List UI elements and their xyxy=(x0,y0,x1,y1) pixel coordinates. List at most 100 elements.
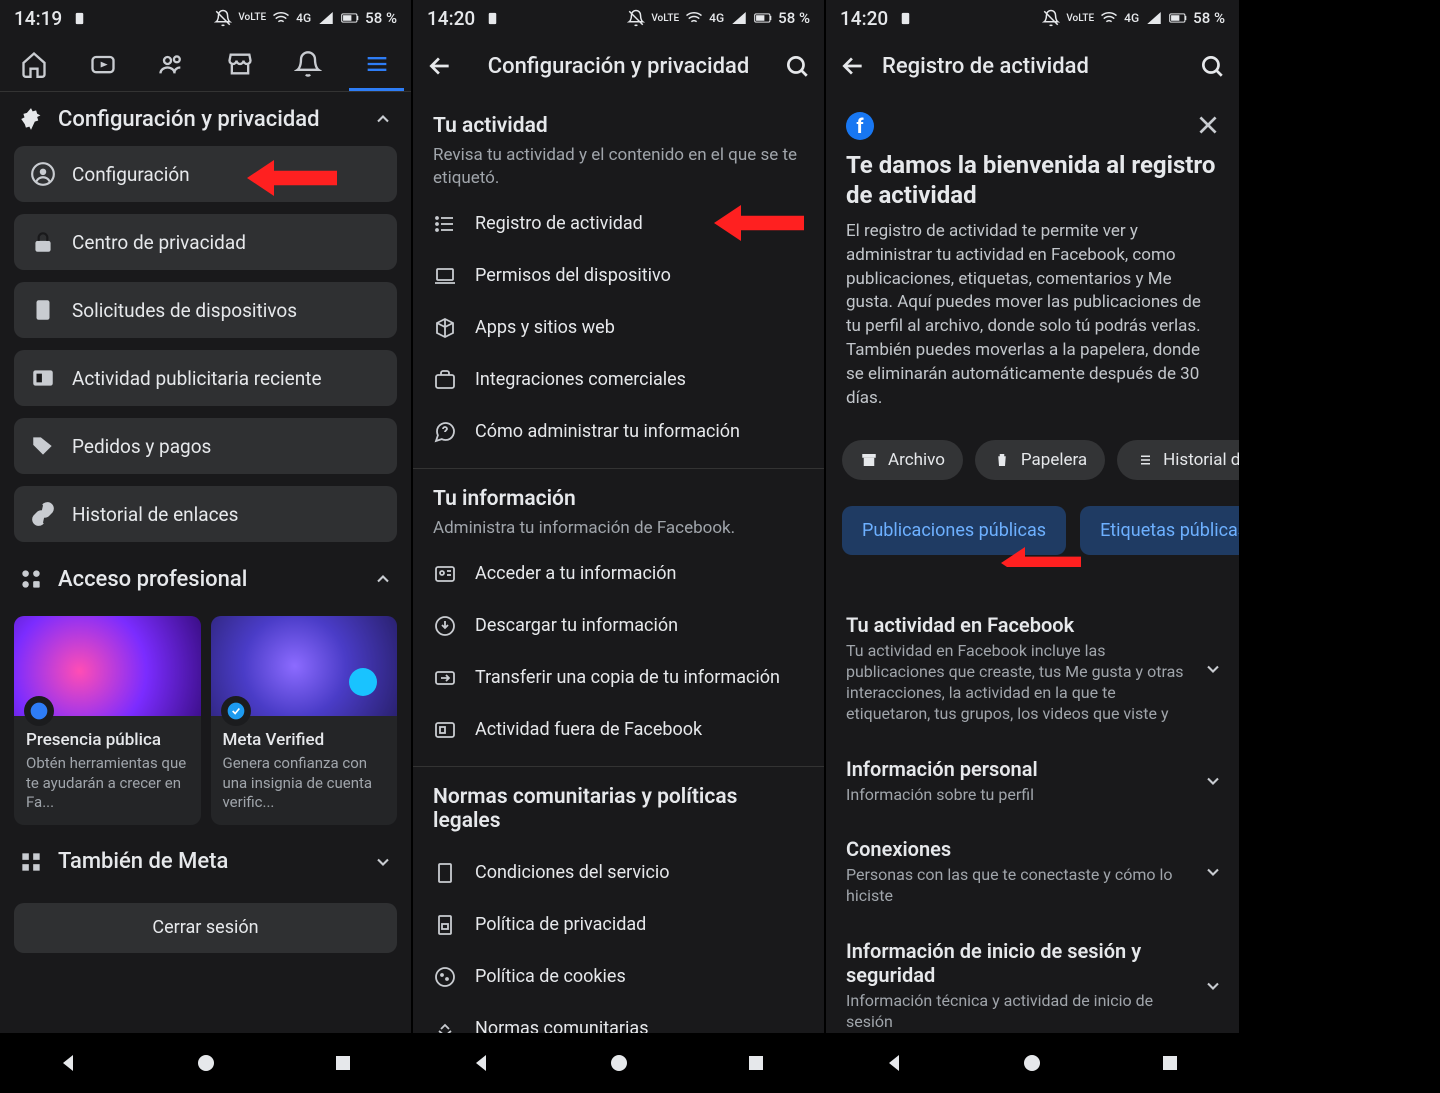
battery-label: 58 % xyxy=(1193,9,1225,27)
nav-home-icon[interactable] xyxy=(1020,1051,1044,1075)
wifi-icon xyxy=(1100,9,1118,27)
card-presencia-publica[interactable]: Presencia pública Obtén herramientas que… xyxy=(14,616,201,825)
item-label: Transferir una copia de tu información xyxy=(475,667,780,688)
close-icon[interactable] xyxy=(1195,112,1221,138)
fb-top-nav xyxy=(0,36,411,92)
item-label: Apps y sitios web xyxy=(475,317,615,338)
card-title: Presencia pública xyxy=(26,730,189,750)
tab-watch[interactable] xyxy=(69,36,138,91)
volte-label: VoLTE xyxy=(651,13,679,24)
chevron-up-icon xyxy=(373,569,393,589)
tab-market[interactable] xyxy=(206,36,275,91)
lock-icon xyxy=(30,229,56,255)
logout-button[interactable]: Cerrar sesión xyxy=(14,903,397,953)
id-card-icon xyxy=(433,562,457,586)
battery-label: 58 % xyxy=(778,9,810,27)
item-centro-privacidad[interactable]: Centro de privacidad xyxy=(14,214,397,270)
item-integraciones[interactable]: Integraciones comerciales xyxy=(413,354,824,406)
nav-recent-icon[interactable] xyxy=(1158,1051,1182,1075)
tab-etiquetas-publicas[interactable]: Etiquetas públicas xyxy=(1080,506,1239,555)
section-normas: Normas comunitarias y políticas legales xyxy=(413,767,824,847)
chip-label: Papelera xyxy=(1021,450,1087,470)
tab-notifications[interactable] xyxy=(274,36,343,91)
page-title: Configuración y privacidad xyxy=(463,54,774,79)
tab-menu[interactable] xyxy=(343,36,412,91)
cat-inicio-sesion-seguridad[interactable]: Información de inicio de sesión y seguri… xyxy=(826,923,1239,1033)
card-image xyxy=(14,616,201,716)
item-label: Registro de actividad xyxy=(475,213,643,234)
tab-friends[interactable] xyxy=(137,36,206,91)
search-icon[interactable] xyxy=(784,53,810,79)
doc-lock-icon xyxy=(433,913,457,937)
item-registro-actividad[interactable]: Registro de actividad xyxy=(413,198,824,250)
nav-back-icon[interactable] xyxy=(883,1051,907,1075)
status-bar: 14:20 VoLTE 4G 58 % xyxy=(413,0,824,36)
list-icon xyxy=(433,212,457,236)
filter-tabs: Publicaciones públicas Etiquetas pública… xyxy=(826,494,1239,567)
chip-historial[interactable]: Historial de activid xyxy=(1117,440,1239,480)
chevron-down-icon xyxy=(373,852,393,872)
section-acceso-profesional[interactable]: Acceso profesional xyxy=(0,552,411,606)
settings-item-list: Configuración Centro de privacidad Solic… xyxy=(0,146,411,542)
item-actividad-fuera[interactable]: Actividad fuera de Facebook xyxy=(413,704,824,756)
item-label: Historial de enlaces xyxy=(72,503,238,526)
red-arrow-icon xyxy=(1001,546,1081,567)
menu-icon xyxy=(363,50,391,78)
chip-label: Archivo xyxy=(888,450,945,470)
watch-icon xyxy=(89,50,117,78)
item-configuracion[interactable]: Configuración xyxy=(14,146,397,202)
item-apps-sitios[interactable]: Apps y sitios web xyxy=(413,302,824,354)
tab-home[interactable] xyxy=(0,36,69,91)
item-permisos-dispositivo[interactable]: Permisos del dispositivo xyxy=(413,250,824,302)
section-tu-actividad: Tu actividad Revisa tu actividad y el co… xyxy=(413,96,824,198)
transfer-icon xyxy=(433,666,457,690)
item-label: Política de cookies xyxy=(475,966,626,987)
nav-back-icon[interactable] xyxy=(470,1051,494,1075)
item-transferir-copia[interactable]: Transferir una copia de tu información xyxy=(413,652,824,704)
item-descargar-info[interactable]: Descargar tu información xyxy=(413,600,824,652)
section-tambien-meta[interactable]: También de Meta xyxy=(0,835,411,889)
nav-home-icon[interactable] xyxy=(607,1051,631,1075)
item-politica-cookies[interactable]: Política de cookies xyxy=(413,951,824,1003)
item-acceder-info[interactable]: Acceder a tu información xyxy=(413,548,824,600)
back-icon[interactable] xyxy=(840,53,866,79)
battery-icon xyxy=(341,9,359,27)
tab-label: Publicaciones públicas xyxy=(862,520,1046,541)
back-icon[interactable] xyxy=(427,53,453,79)
nav-home-icon[interactable] xyxy=(194,1051,218,1075)
globe-badge-icon xyxy=(24,696,54,726)
signal-icon xyxy=(1145,9,1163,27)
list-icon xyxy=(1135,451,1153,469)
section-tu-informacion: Tu información Administra tu información… xyxy=(413,469,824,548)
item-actividad-publicitaria[interactable]: Actividad publicitaria reciente xyxy=(14,350,397,406)
card-meta-verified[interactable]: Meta Verified Genera confianza con una i… xyxy=(211,616,398,825)
briefcase-icon xyxy=(433,368,457,392)
status-bar: 14:20 VoLTE 4G 58 % xyxy=(826,0,1239,36)
device-icon xyxy=(30,297,56,323)
handshake-icon xyxy=(433,1017,457,1033)
phone-screen-3: 14:20 VoLTE 4G 58 % Registro de activida… xyxy=(826,0,1239,1093)
item-como-administrar[interactable]: Cómo administrar tu información xyxy=(413,406,824,458)
cat-title: Información personal xyxy=(846,757,1219,781)
search-icon[interactable] xyxy=(1199,53,1225,79)
apps-icon xyxy=(18,849,44,875)
item-solicitudes-dispositivos[interactable]: Solicitudes de dispositivos xyxy=(14,282,397,338)
cat-subtitle: Tu actividad en Facebook incluye las pub… xyxy=(846,641,1219,724)
cat-tu-actividad-fb[interactable]: Tu actividad en Facebook Tu actividad en… xyxy=(826,597,1239,740)
item-historial-enlaces[interactable]: Historial de enlaces xyxy=(14,486,397,542)
section-settings-privacy[interactable]: Configuración y privacidad xyxy=(0,92,411,146)
item-pedidos-pagos[interactable]: Pedidos y pagos xyxy=(14,418,397,474)
item-politica-privacidad[interactable]: Política de privacidad xyxy=(413,899,824,951)
cat-informacion-personal[interactable]: Información personal Información sobre t… xyxy=(826,741,1239,822)
status-time: 14:19 xyxy=(14,7,62,30)
cat-conexiones[interactable]: Conexiones Personas con las que te conec… xyxy=(826,821,1239,923)
item-condiciones[interactable]: Condiciones del servicio xyxy=(413,847,824,899)
nav-back-icon[interactable] xyxy=(57,1051,81,1075)
mute-icon xyxy=(1042,9,1060,27)
item-normas-comunitarias[interactable]: Normas comunitarias xyxy=(413,1003,824,1033)
chip-papelera[interactable]: Papelera xyxy=(975,440,1105,480)
nav-recent-icon[interactable] xyxy=(331,1051,355,1075)
chip-archivo[interactable]: Archivo xyxy=(842,440,963,480)
section-title: Acceso profesional xyxy=(58,567,247,592)
nav-recent-icon[interactable] xyxy=(744,1051,768,1075)
